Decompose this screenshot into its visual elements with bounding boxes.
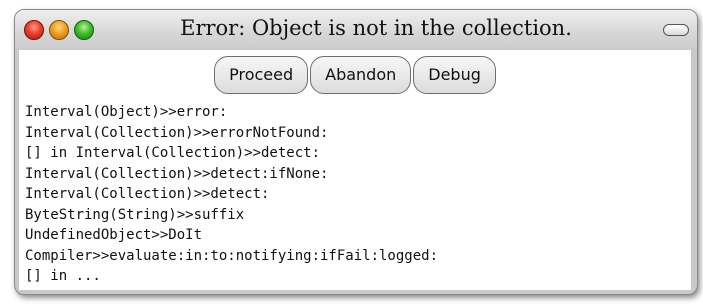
collapse-window-icon[interactable] — [663, 24, 689, 36]
stack-frame[interactable]: [] in Interval(Collection)>>detect: — [25, 143, 687, 164]
proceed-button[interactable]: Proceed — [214, 56, 309, 94]
stack-frame[interactable]: Interval(Collection)>>errorNotFound: — [25, 123, 687, 144]
stack-frame[interactable]: Interval(Object)>>error: — [25, 102, 687, 123]
dialog-content: Proceed Abandon Debug Interval(Object)>>… — [19, 50, 691, 290]
maximize-window-icon[interactable] — [74, 20, 94, 40]
abandon-button[interactable]: Abandon — [310, 56, 412, 94]
close-window-icon[interactable] — [24, 20, 44, 40]
action-buttons: Proceed Abandon Debug — [19, 56, 691, 94]
title-bar[interactable]: Error: Object is not in the collection. — [15, 10, 697, 50]
window-title: Error: Object is not in the collection. — [180, 16, 572, 40]
error-dialog-window: Error: Object is not in the collection. … — [14, 9, 698, 295]
stack-trace-list[interactable]: Interval(Object)>>error: Interval(Collec… — [25, 102, 687, 287]
stack-frame[interactable]: Interval(Collection)>>detect: — [25, 184, 687, 205]
stack-frame[interactable]: ByteString(String)>>suffix — [25, 205, 687, 226]
stack-frame[interactable]: Compiler>>evaluate:in:to:notifying:ifFai… — [25, 246, 687, 267]
stack-frame[interactable]: Interval(Collection)>>detect:ifNone: — [25, 164, 687, 185]
minimize-window-icon[interactable] — [49, 20, 69, 40]
stack-frame[interactable]: UndefinedObject>>DoIt — [25, 225, 687, 246]
stack-frame[interactable]: [] in ... — [25, 266, 687, 287]
debug-button[interactable]: Debug — [413, 56, 496, 94]
